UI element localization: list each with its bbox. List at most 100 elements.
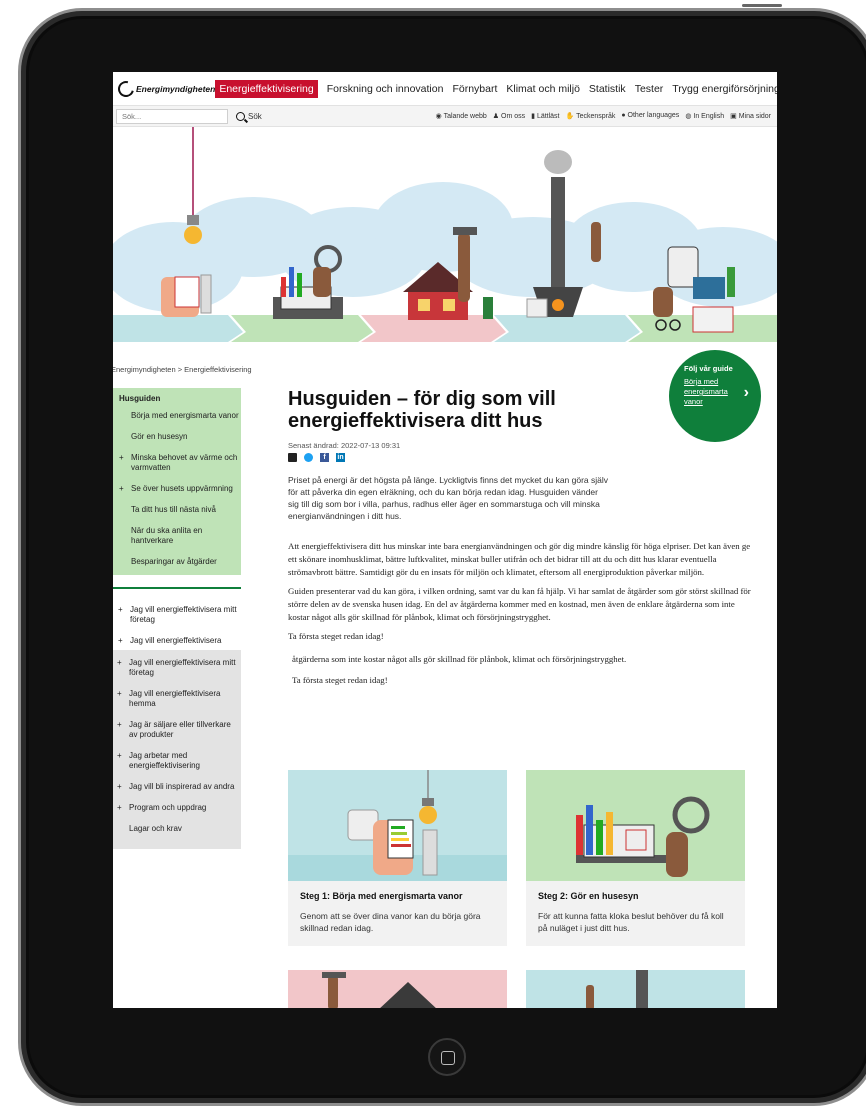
sidebar-item-label: Se över husets uppvärmning	[131, 484, 233, 493]
nav-item-forskning[interactable]: Forskning och innovation	[327, 83, 444, 95]
step-card-2[interactable]: Steg 2: Gör en husesyn För att kunna fat…	[526, 770, 745, 946]
sidebar-item-label: Jag är säljare eller tillverkare av prod…	[129, 720, 231, 739]
nav-item-statistik[interactable]: Statistik	[589, 83, 626, 95]
sidebar-item[interactable]: Ta ditt hus till nästa nivå	[119, 505, 241, 515]
expand-icon	[119, 557, 131, 567]
sidebar-item[interactable]: Börja med energismarta vanor	[119, 411, 241, 421]
expand-icon	[119, 411, 131, 421]
util-other-languages[interactable]: ● Other languages	[621, 112, 679, 120]
expand-icon: +	[117, 720, 122, 729]
sidebar-item[interactable]: Besparingar av åtgärder	[119, 557, 241, 567]
share-bar: f in	[288, 453, 758, 462]
card-illustration	[288, 770, 507, 881]
sidebar-item[interactable]: + Jag vill bli inspirerad av andra	[117, 782, 241, 792]
util-talande-webb[interactable]: ◉ Talande webb	[436, 112, 487, 120]
sidebar-item[interactable]: + Program och uppdrag	[117, 803, 241, 813]
sidebar-item-label: Jag arbetar med energieffektivisering	[129, 751, 201, 770]
search-button-label: Sök	[248, 111, 262, 121]
sidebar-item-label: Jag vill energieffektivisera mitt företa…	[129, 658, 236, 677]
hero-svg	[113, 127, 777, 342]
sidebar-item[interactable]: + Jag arbetar med energieffektivisering	[117, 751, 241, 771]
util-teckensprak[interactable]: ✋ Teckenspråk	[566, 112, 616, 120]
logo-text: Energimyndigheten	[136, 83, 216, 94]
expand-icon: +	[117, 782, 122, 791]
linkedin-icon[interactable]: in	[336, 453, 345, 462]
sidebar-gray-list: + Jag vill energieffektivisera mitt föret…	[113, 650, 241, 849]
card-title: Steg 2: Gör en husesyn	[538, 891, 639, 901]
nav-item-fornybart[interactable]: Förnybart	[452, 83, 497, 95]
step-card-3[interactable]	[288, 970, 507, 1008]
util-label: Lättläst	[536, 113, 560, 120]
easy-read-icon: ▮	[531, 113, 535, 120]
search-input[interactable]	[116, 108, 228, 124]
util-om-oss[interactable]: ♟ Om oss	[493, 112, 525, 120]
person-icon: ♟	[492, 113, 500, 120]
utility-bar: Sök ◉ Talande webb ♟ Om oss ▮ Lättläst ✋…	[113, 105, 777, 127]
sidebar-husguiden: Husguiden Börja med energismarta vanor G…	[113, 388, 241, 575]
nav-item-energieffektivisering[interactable]: Energieffektivisering	[215, 79, 318, 98]
utility-links: ◉ Talande webb ♟ Om oss ▮ Lättläst ✋ Tec…	[436, 112, 777, 120]
nav-item-trygg[interactable]: Trygg energiförsörjning	[672, 83, 777, 95]
util-label: In English	[693, 113, 725, 120]
expand-icon: +	[118, 636, 123, 645]
sidebar-item[interactable]: + Jag är säljare eller tillverkare av pro…	[117, 720, 241, 740]
expand-icon: +	[117, 689, 122, 698]
sidebar-item-label: Lagar och krav	[129, 824, 182, 833]
speech-bubble-icon: ●	[621, 112, 626, 119]
util-label: Other languages	[627, 112, 680, 119]
browser-screen: Energimyndigheten Energieffektivisering …	[113, 72, 777, 1008]
sidebar-item[interactable]: + Jag vill energieffektivisera mitt föret…	[117, 658, 241, 678]
expand-icon: +	[117, 658, 122, 667]
body-text-repeat: åtgärderna som inte kostar något alls gö…	[288, 653, 758, 687]
sidebar-item-label: Program och uppdrag	[129, 803, 207, 812]
hero-illustration	[113, 127, 777, 342]
home-button[interactable]	[428, 1038, 466, 1076]
nav-item-klimat[interactable]: Klimat och miljö	[506, 83, 580, 95]
card-3-image	[322, 972, 436, 1008]
sidebar-item[interactable]: Lagar och krav	[117, 824, 241, 834]
card-1-image	[288, 770, 507, 881]
util-in-english[interactable]: ◍ In English	[685, 112, 724, 120]
search-icon	[236, 111, 245, 121]
breadcrumb[interactable]: Energimyndigheten > Energieffektiviserin…	[113, 365, 252, 374]
sidebar-item[interactable]: + Se över husets uppvärmning	[119, 484, 241, 494]
expand-icon	[119, 526, 131, 546]
body-paragraph: Ta första steget redan idag!	[288, 631, 384, 641]
sidebar-item[interactable]: + Jag vill energieffektivisera hemma	[117, 689, 241, 709]
sidebar-outer-list: + Jag vill energieffektivisera mitt föret…	[113, 589, 241, 646]
sidebar-heading[interactable]: Husguiden	[119, 394, 241, 403]
expand-icon: +	[119, 453, 124, 462]
card-text: Genom att se över dina vanor kan du börj…	[300, 911, 481, 933]
body-paragraph: åtgärderna som inte kostar något alls gö…	[292, 654, 627, 664]
expand-icon	[119, 432, 131, 442]
search-button[interactable]: Sök	[236, 111, 262, 121]
sidebar-item-label: Jag vill energieffektivisera mitt företa…	[130, 605, 237, 624]
expand-icon: +	[117, 803, 122, 812]
nav-item-tester[interactable]: Tester	[635, 83, 664, 95]
expand-icon	[119, 505, 131, 515]
body-text: Att energieffektivisera ditt hus minskar…	[288, 540, 758, 643]
twitter-icon[interactable]	[304, 453, 313, 462]
expand-icon: +	[117, 751, 122, 760]
sidebar-item-label: Börja med energismarta vanor	[131, 411, 239, 420]
sidebar-item[interactable]: När du ska anlita en hantverkare	[119, 526, 241, 546]
step-card-1[interactable]: Steg 1: Börja med energismarta vanor Gen…	[288, 770, 507, 946]
sidebar-item-label: När du ska anlita en hantverkare	[131, 526, 203, 545]
card-text: För att kunna fatta kloka beslut behöver…	[538, 911, 724, 933]
sidebar-item[interactable]: + Jag vill energieffektivisera	[118, 636, 241, 646]
util-mina-sidor[interactable]: ▣ Mina sidor	[730, 112, 771, 120]
step-card-4[interactable]	[526, 970, 745, 1008]
sidebar-item[interactable]: Gör en husesyn	[119, 432, 241, 442]
util-label: Om oss	[501, 113, 526, 120]
util-lattlast[interactable]: ▮ Lättläst	[531, 112, 559, 120]
site-logo[interactable]: Energimyndigheten	[115, 77, 216, 100]
sidebar-item[interactable]: + Minska behovet av värme och varmvatten	[119, 453, 241, 473]
util-label: Teckenspråk	[576, 113, 616, 120]
print-icon[interactable]	[288, 453, 297, 462]
lock-icon: ▣	[730, 113, 737, 120]
util-label: Talande webb	[443, 113, 487, 120]
sidebar-item-label: Jag vill energieffektivisera hemma	[129, 689, 221, 708]
page-title: Husguiden – för dig som vill energieffek…	[288, 388, 556, 432]
facebook-icon[interactable]: f	[320, 453, 329, 462]
sidebar-item[interactable]: + Jag vill energieffektivisera mitt föret…	[118, 605, 241, 625]
